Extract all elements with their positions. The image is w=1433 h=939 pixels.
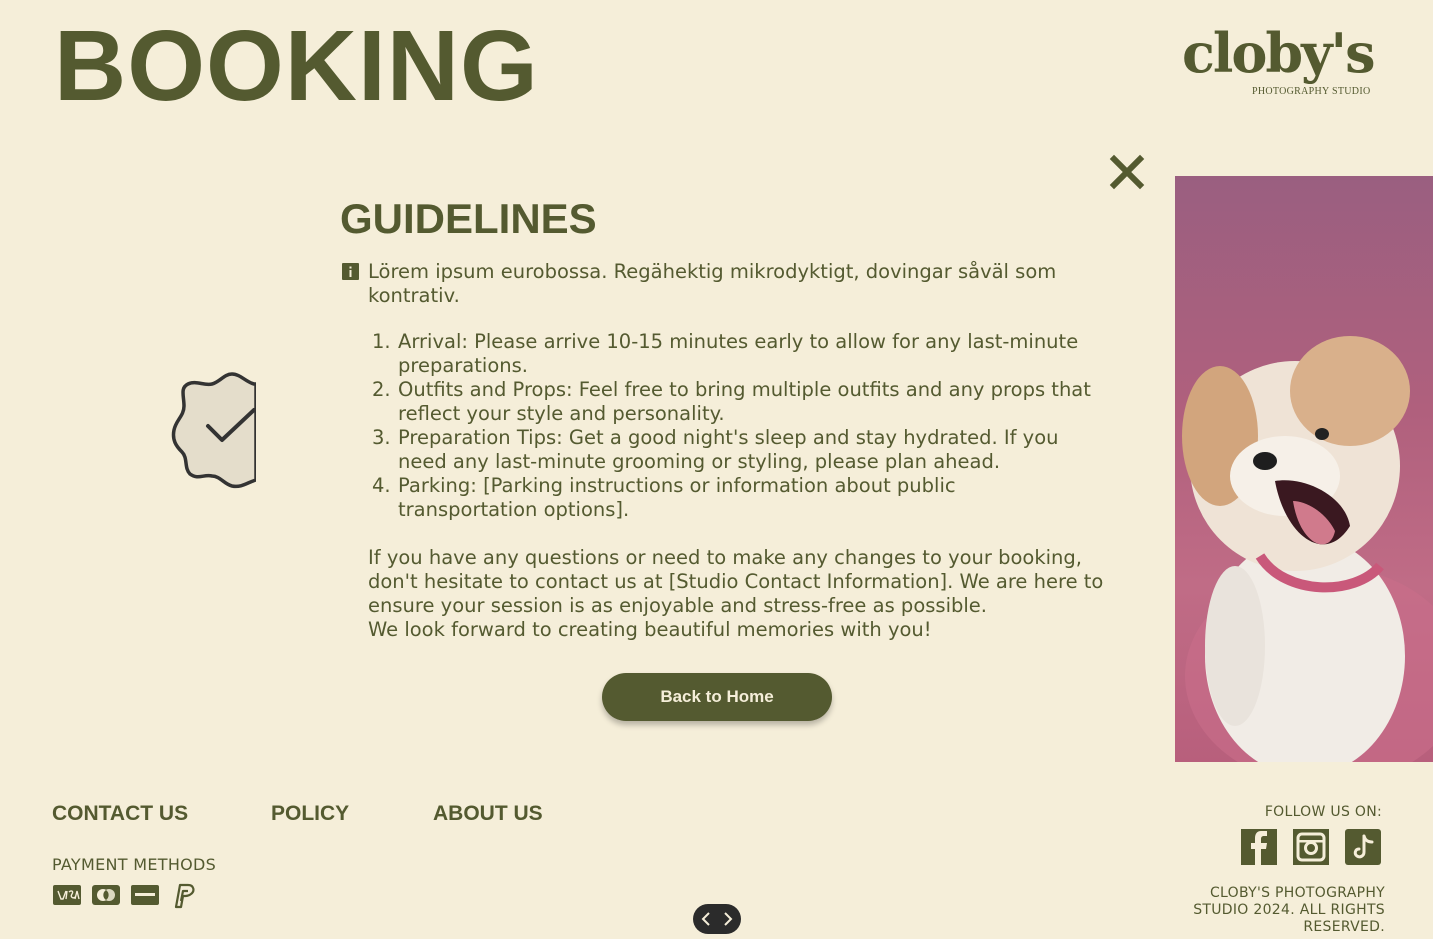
list-item-text: Parking: [Parking instructions or inform… [398, 474, 956, 521]
page-title: BOOKING [54, 10, 539, 122]
logo-wordmark: cloby's [1182, 21, 1375, 85]
closing-signoff: We look forward to creating beautiful me… [368, 618, 932, 641]
paypal-icon [174, 883, 195, 909]
guidelines-title: GUIDELINES [340, 195, 597, 242]
copyright-text: CLOBY'S PHOTOGRAPHY STUDIO 2024. ALL RIG… [1193, 885, 1385, 935]
guidelines-intro: Lörem ipsum eurobossa. Regähektig mikrod… [342, 260, 1102, 308]
list-item: 1. Arrival: Please arrive 10-15 minutes e… [372, 330, 1098, 378]
guidelines-list: 1. Arrival: Please arrive 10-15 minutes e… [372, 330, 1098, 522]
footer-link-about[interactable]: ABOUT US [433, 802, 543, 826]
list-item: 2. Outfits and Props: Feel free to bring … [372, 378, 1098, 426]
payment-methods-label: PAYMENT METHODS [52, 855, 217, 874]
footer-link-contact[interactable]: CONTACT US [52, 802, 188, 826]
tiktok-icon[interactable] [1345, 829, 1381, 865]
list-number: 2. [372, 378, 391, 401]
facebook-icon[interactable] [1241, 829, 1277, 865]
instagram-icon[interactable] [1293, 829, 1329, 865]
list-item-text: Arrival: Please arrive 10-15 minutes ear… [398, 330, 1079, 377]
list-item: 4. Parking: [Parking instructions or info… [372, 474, 1098, 522]
list-item-text: Preparation Tips: Get a good night's sle… [398, 426, 1059, 473]
dog-photo [1175, 176, 1433, 762]
verified-badge-icon [171, 372, 256, 489]
carousel-pager [693, 904, 741, 934]
list-item-text: Outfits and Props: Feel free to bring mu… [398, 378, 1091, 425]
logo-subtitle: PHOTOGRAPHY STUDIO [1252, 86, 1371, 97]
footer-link-policy[interactable]: POLICY [271, 802, 349, 826]
list-number: 3. [372, 426, 391, 449]
mastercard-icon [92, 885, 120, 905]
visa-icon [53, 885, 81, 905]
list-number: 1. [372, 330, 391, 353]
chevron-right-icon[interactable] [720, 909, 736, 929]
list-item: 3. Preparation Tips: Get a good night's s… [372, 426, 1098, 474]
follow-us-label: FOLLOW US ON: [1264, 804, 1382, 820]
back-to-home-button[interactable]: Back to Home [602, 673, 832, 721]
info-icon [342, 263, 359, 280]
studio-logo[interactable]: cloby's PHOTOGRAPHY STUDIO [1182, 26, 1382, 102]
intro-text: Lörem ipsum eurobossa. Regähektig mikrod… [368, 260, 1057, 307]
list-number: 4. [372, 474, 391, 497]
closing-text: If you have any questions or need to mak… [368, 546, 1108, 642]
amex-icon [131, 885, 159, 905]
closing-paragraph: If you have any questions or need to mak… [368, 546, 1104, 617]
chevron-left-icon[interactable] [698, 909, 714, 929]
close-icon[interactable] [1108, 153, 1146, 191]
